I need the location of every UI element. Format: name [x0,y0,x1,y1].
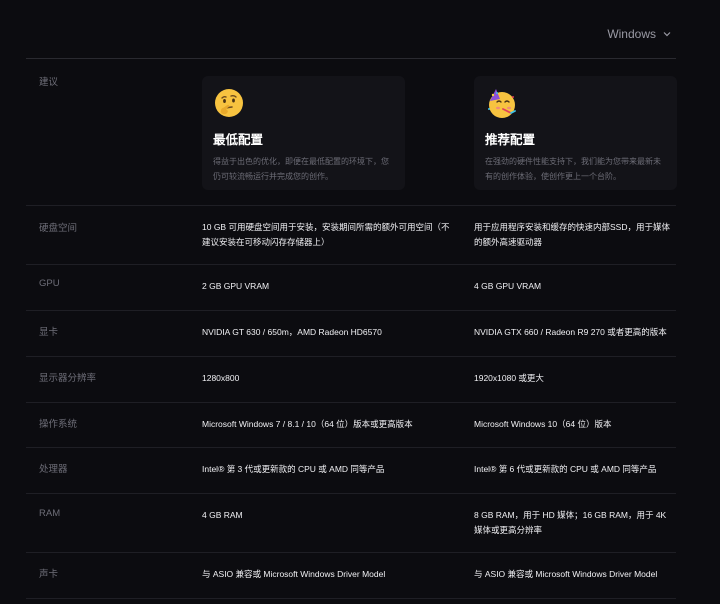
row-label: 显卡 [39,327,59,338]
rec-value: 8 GB RAM，用于 HD 媒体；16 GB RAM，用于 4K 媒体或更高分… [474,510,667,535]
rec-value: 用于应用程序安装和缓存的快速内部SSD，用于媒体的额外高速驱动器 [474,222,670,247]
spec-table: 建议 最低配置 得益于出色的优化，即便在最低配置的环境下，您仍可较流畅运行并完成… [26,58,677,599]
spec-row-disk: 硬盘空间 10 GB 可用硬盘空间用于安装，安装期间所需的额外可用空间（不建议安… [26,206,676,265]
partying-face-icon [488,89,516,118]
min-value: Microsoft Windows 7 / 8.1 / 10（64 位）版本或更… [202,419,413,429]
spec-row-cpu: 处理器 Intel® 第 3 代或更新款的 CPU 或 AMD 同等产品 Int… [26,448,676,494]
spec-row-resolution: 显示器分辨率 1280x800 1920x1080 或更大 [26,357,676,403]
recommendation-row: 建议 最低配置 得益于出色的优化，即便在最低配置的环境下，您仍可较流畅运行并完成… [26,59,677,206]
min-value: 2 GB GPU VRAM [202,281,270,291]
row-label: 显示器分辨率 [39,373,97,384]
min-config-cell: 最低配置 得益于出色的优化，即便在最低配置的环境下，您仍可较流畅运行并完成您的创… [202,59,474,205]
thinking-face-icon [215,89,243,117]
spec-row-os: 操作系统 Microsoft Windows 7 / 8.1 / 10（64 位… [26,403,676,448]
rec-value: 4 GB GPU VRAM [474,281,542,291]
min-config-desc: 得益于出色的优化，即便在最低配置的环境下，您仍可较流畅运行并完成您的创作。 [213,157,389,181]
min-value: 1280x800 [202,373,240,383]
row-label: 操作系统 [39,419,78,430]
row-label: RAM [39,508,61,519]
rec-value: 1920x1080 或更大 [474,373,544,383]
rec-config-title: 推荐配置 [485,133,536,147]
min-value: 4 GB RAM [202,510,243,520]
os-selector[interactable]: Windows [607,27,672,41]
min-config-title: 最低配置 [213,133,264,147]
spec-row-sound: 声卡 与 ASIO 兼容或 Microsoft Windows Driver M… [26,553,676,599]
rec-config-desc: 在强劲的硬件性能支持下，我们能为您带来最新未有的创作体验，使创作更上一个台阶。 [485,157,661,181]
row-label: 建议 [39,77,59,88]
spec-row-ram: RAM 4 GB RAM 8 GB RAM，用于 HD 媒体；16 GB RAM… [26,494,676,553]
rec-config-card: 推荐配置 在强劲的硬件性能支持下，我们能为您带来最新未有的创作体验，使创作更上一… [474,76,677,190]
os-selector-label: Windows [607,27,656,41]
min-value: 10 GB 可用硬盘空间用于安装，安装期间所需的额外可用空间（不建议安装在可移动… [202,222,450,247]
row-label: 处理器 [39,464,68,475]
chevron-down-icon [663,32,671,37]
rec-value: Intel® 第 6 代或更新款的 CPU 或 AMD 同等产品 [474,464,657,474]
min-config-card: 最低配置 得益于出色的优化，即便在最低配置的环境下，您仍可较流畅运行并完成您的创… [202,76,405,190]
rec-config-cell: 推荐配置 在强劲的硬件性能支持下，我们能为您带来最新未有的创作体验，使创作更上一… [474,59,677,205]
row-label: 声卡 [39,569,59,580]
min-value: 与 ASIO 兼容或 Microsoft Windows Driver Mode… [202,569,386,579]
rec-value: NVIDIA GTX 660 / Radeon R9 270 或者更高的版本 [474,327,667,337]
row-label: 硬盘空间 [39,223,78,234]
row-label: GPU [39,278,60,289]
spec-row-graphics: 显卡 NVIDIA GT 630 / 650m，AMD Radeon HD657… [26,311,676,357]
min-value: Intel® 第 3 代或更新款的 CPU 或 AMD 同等产品 [202,464,385,474]
rec-value: 与 ASIO 兼容或 Microsoft Windows Driver Mode… [474,569,658,579]
min-value: NVIDIA GT 630 / 650m，AMD Radeon HD6570 [202,327,382,337]
rec-value: Microsoft Windows 10（64 位）版本 [474,419,612,429]
spec-row-gpu: GPU 2 GB GPU VRAM 4 GB GPU VRAM [26,265,676,311]
